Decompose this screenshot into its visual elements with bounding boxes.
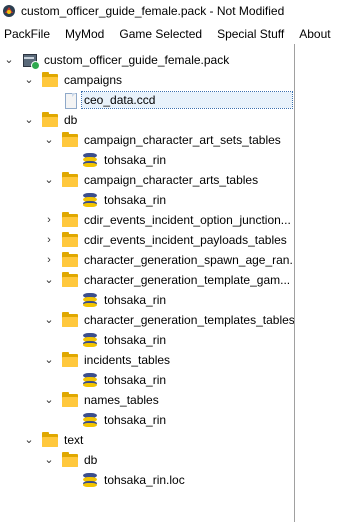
tree-row-rin-5[interactable]: tohsaka_rin bbox=[0, 370, 294, 390]
tree-label-campaign-character-art-sets-tables: campaign_character_art_sets_tables bbox=[84, 133, 281, 147]
menu-packfile[interactable]: PackFile bbox=[4, 27, 50, 41]
tree-label-character-generation-templates-tables: character_generation_templates_tables bbox=[84, 313, 295, 327]
menu-special-stuff[interactable]: Special Stuff bbox=[217, 27, 284, 41]
tree-row-character-generation-spawn-age-ran[interactable]: › character_generation_spawn_age_ran... bbox=[0, 250, 294, 270]
database-table-icon bbox=[82, 372, 98, 388]
menu-mymod[interactable]: MyMod bbox=[65, 27, 104, 41]
folder-icon bbox=[62, 272, 78, 288]
database-table-icon bbox=[82, 412, 98, 428]
menu-bar: PackFile MyMod Game Selected Special Stu… bbox=[0, 23, 339, 44]
chevron-down-icon[interactable]: ⌄ bbox=[44, 315, 54, 326]
database-table-icon bbox=[82, 152, 98, 168]
tree-label-rin-3: tohsaka_rin bbox=[104, 293, 167, 307]
tree-label-text-db: db bbox=[84, 453, 98, 467]
tree-row-text[interactable]: ⌄ text bbox=[0, 430, 294, 450]
pack-tree-view[interactable]: ⌄ custom_officer_guide_female.pack ⌄ cam… bbox=[0, 44, 295, 522]
tree-label-character-generation-template-gam: character_generation_template_gam... bbox=[84, 273, 291, 287]
packfile-icon bbox=[22, 52, 40, 70]
chevron-down-icon[interactable]: ⌄ bbox=[24, 75, 34, 86]
tree-row-rin-loc[interactable]: tohsaka_rin.loc bbox=[0, 470, 294, 490]
folder-icon bbox=[42, 112, 58, 128]
tree-row-incidents-tables[interactable]: ⌄ incidents_tables bbox=[0, 350, 294, 370]
chevron-down-icon[interactable]: ⌄ bbox=[44, 135, 54, 146]
chevron-down-icon[interactable]: ⌄ bbox=[24, 435, 34, 446]
tree-row-cdir-events-incident-option-junction[interactable]: › cdir_events_incident_option_junction..… bbox=[0, 210, 294, 230]
tree-label-cdir-events-incident-option-junction: cdir_events_incident_option_junction... bbox=[84, 213, 291, 227]
folder-icon bbox=[62, 212, 78, 228]
chevron-down-icon[interactable]: ⌄ bbox=[4, 55, 14, 66]
file-icon bbox=[62, 92, 78, 109]
chevron-right-icon[interactable]: › bbox=[44, 255, 54, 266]
chevron-down-icon[interactable]: ⌄ bbox=[44, 395, 54, 406]
folder-icon bbox=[62, 312, 78, 328]
folder-icon bbox=[62, 132, 78, 148]
tree-label-db: db bbox=[64, 113, 78, 127]
window-title: custom_officer_guide_female.pack - Not M… bbox=[21, 4, 285, 18]
tree-label-campaigns: campaigns bbox=[64, 73, 123, 87]
tree-row-text-db[interactable]: ⌄ db bbox=[0, 450, 294, 470]
tree-row-character-generation-templates-tables[interactable]: ⌄ character_generation_templates_tables bbox=[0, 310, 294, 330]
tree-label-rin-1: tohsaka_rin bbox=[104, 153, 167, 167]
folder-icon bbox=[62, 452, 78, 468]
chevron-down-icon[interactable]: ⌄ bbox=[44, 275, 54, 286]
database-table-icon bbox=[82, 292, 98, 308]
tree-label-rin-5: tohsaka_rin bbox=[104, 373, 167, 387]
tree-label-text: text bbox=[64, 433, 84, 447]
folder-icon bbox=[42, 432, 58, 448]
database-table-icon bbox=[82, 332, 98, 348]
tree-label-names-tables: names_tables bbox=[84, 393, 159, 407]
tree-row-rin-3[interactable]: tohsaka_rin bbox=[0, 290, 294, 310]
tree-row-rin-2[interactable]: tohsaka_rin bbox=[0, 190, 294, 210]
tree-label-rin-4: tohsaka_rin bbox=[104, 333, 167, 347]
app-icon bbox=[2, 4, 16, 18]
tree-row-rin-6[interactable]: tohsaka_rin bbox=[0, 410, 294, 430]
chevron-down-icon[interactable]: ⌄ bbox=[44, 175, 54, 186]
folder-icon bbox=[62, 352, 78, 368]
tree-row-names-tables[interactable]: ⌄ names_tables bbox=[0, 390, 294, 410]
title-bar: custom_officer_guide_female.pack - Not M… bbox=[0, 0, 339, 22]
folder-icon bbox=[62, 392, 78, 408]
tree-row-campaign-character-arts-tables[interactable]: ⌄ campaign_character_arts_tables bbox=[0, 170, 294, 190]
folder-icon bbox=[42, 72, 58, 88]
tree-label-root: custom_officer_guide_female.pack bbox=[44, 53, 230, 67]
database-table-icon bbox=[82, 472, 98, 488]
menu-game-selected[interactable]: Game Selected bbox=[119, 27, 202, 41]
chevron-right-icon[interactable]: › bbox=[44, 215, 54, 226]
tree-row-ceo-data[interactable]: ceo_data.ccd bbox=[0, 90, 294, 110]
folder-icon bbox=[62, 232, 78, 248]
tree-row-rin-1[interactable]: tohsaka_rin bbox=[0, 150, 294, 170]
folder-icon bbox=[62, 252, 78, 268]
tree-row-campaign-character-art-sets-tables[interactable]: ⌄ campaign_character_art_sets_tables bbox=[0, 130, 294, 150]
tree-row-db[interactable]: ⌄ db bbox=[0, 110, 294, 130]
tree-label-incidents-tables: incidents_tables bbox=[84, 353, 171, 367]
tree-label-cdir-events-incident-payloads-tables: cdir_events_incident_payloads_tables bbox=[84, 233, 287, 247]
chevron-down-icon[interactable]: ⌄ bbox=[24, 115, 34, 126]
chevron-down-icon[interactable]: ⌄ bbox=[44, 455, 54, 466]
tree-row-root[interactable]: ⌄ custom_officer_guide_female.pack bbox=[0, 50, 294, 70]
folder-icon bbox=[62, 172, 78, 188]
tree-row-rin-4[interactable]: tohsaka_rin bbox=[0, 330, 294, 350]
database-table-icon bbox=[82, 192, 98, 208]
tree-label-rin-6: tohsaka_rin bbox=[104, 413, 167, 427]
tree-row-campaigns[interactable]: ⌄ campaigns bbox=[0, 70, 294, 90]
tree-label-character-generation-spawn-age-ran: character_generation_spawn_age_ran... bbox=[84, 253, 295, 267]
tree-row-character-generation-template-gam[interactable]: ⌄ character_generation_template_gam... bbox=[0, 270, 294, 290]
chevron-right-icon[interactable]: › bbox=[44, 235, 54, 246]
tree-label-rin-loc: tohsaka_rin.loc bbox=[104, 473, 185, 487]
tree-label-campaign-character-arts-tables: campaign_character_arts_tables bbox=[84, 173, 259, 187]
menu-about[interactable]: About bbox=[299, 27, 330, 41]
tree-label-rin-2: tohsaka_rin bbox=[104, 193, 167, 207]
tree-label-ceo-data: ceo_data.ccd bbox=[81, 91, 293, 109]
chevron-down-icon[interactable]: ⌄ bbox=[44, 355, 54, 366]
tree-row-cdir-events-incident-payloads-tables[interactable]: › cdir_events_incident_payloads_tables bbox=[0, 230, 294, 250]
